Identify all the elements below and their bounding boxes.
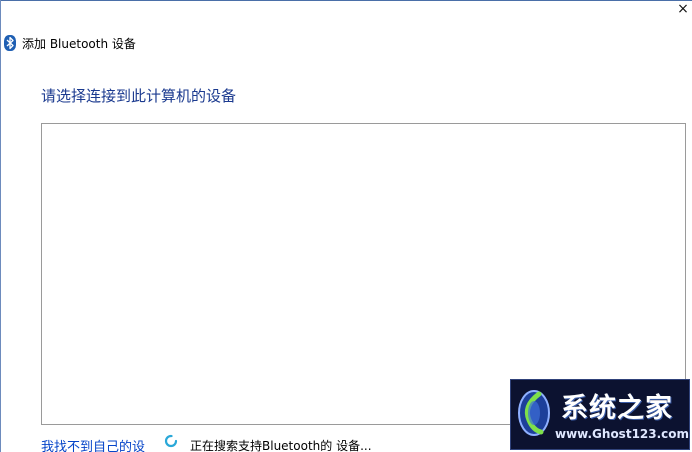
window-title: 添加 Bluetooth 设备 <box>22 36 136 51</box>
cant-find-device-link[interactable]: 我找不到自己的设 <box>41 436 145 452</box>
loading-spinner-icon <box>164 434 178 448</box>
window-top-border <box>0 0 692 1</box>
watermark: 系统之家 www.Ghost123.com <box>510 379 690 450</box>
watermark-url: www.Ghost123.com <box>555 427 690 441</box>
title-bar: 添加 Bluetooth 设备 <box>4 34 136 52</box>
watermark-name: 系统之家 <box>561 393 673 424</box>
watermark-logo <box>518 390 550 436</box>
page-heading: 请选择连接到此计算机的设备 <box>41 87 237 105</box>
bluetooth-icon <box>4 35 16 51</box>
search-status-text: 正在搜索支持Bluetooth的 设备... <box>190 439 372 452</box>
window-left-border <box>0 0 1 452</box>
add-bluetooth-device-window: × 添加 Bluetooth 设备 请选择连接到此计算机的设备 我找不到自己的设… <box>0 0 692 452</box>
close-icon[interactable]: × <box>676 2 690 16</box>
